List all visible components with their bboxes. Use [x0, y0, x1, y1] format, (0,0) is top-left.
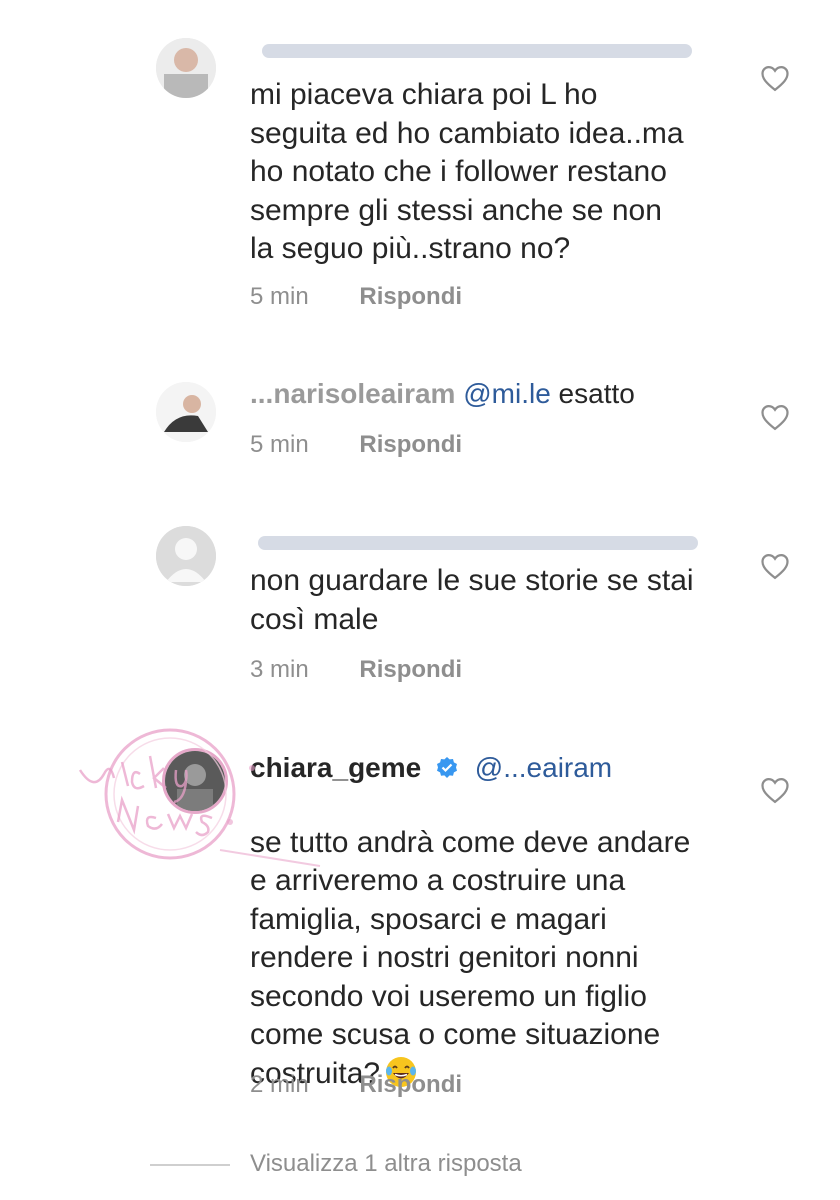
- comment-mention[interactable]: @...eairam: [475, 752, 612, 783]
- like-heart-icon[interactable]: [760, 64, 790, 92]
- comment-time: 5 min: [250, 431, 309, 458]
- reply-button[interactable]: Rispondi: [359, 1071, 462, 1098]
- comment-meta: 3 min Rispondi: [250, 656, 462, 684]
- comment-header: ...narisoleairam @mi.le esatto: [250, 377, 635, 411]
- reply-button[interactable]: Rispondi: [359, 431, 462, 458]
- comment-username[interactable]: chiara_geme: [250, 752, 421, 783]
- like-heart-icon[interactable]: [760, 403, 790, 431]
- comment-text-block: se tutto andrà come deve andare e arrive…: [250, 785, 750, 1093]
- comment-meta: 5 min Rispondi: [250, 283, 462, 311]
- comment-meta: 2 min Rispondi: [250, 1071, 462, 1099]
- comment-time: 3 min: [250, 656, 309, 683]
- avatar-comment-1[interactable]: [156, 38, 216, 98]
- like-heart-icon[interactable]: [760, 776, 790, 804]
- default-avatar-icon: [156, 526, 216, 586]
- view-more-replies-button[interactable]: Visualizza 1 altra risposta: [150, 1150, 522, 1180]
- comment-mention[interactable]: @mi.le: [463, 378, 551, 409]
- verified-badge-icon: [437, 757, 457, 778]
- comment-meta: 5 min Rispondi: [250, 431, 462, 459]
- divider-line: [150, 1163, 230, 1166]
- reply-button[interactable]: Rispondi: [359, 656, 462, 683]
- reply-button[interactable]: Rispondi: [359, 283, 462, 310]
- avatar-comment-4[interactable]: [162, 748, 228, 814]
- comment-header: chiara_geme @...eairam: [250, 751, 612, 785]
- comment-username[interactable]: ...narisoleairam: [250, 378, 455, 409]
- comment-text: se tutto andrà come deve andare e arrive…: [250, 825, 691, 1090]
- comment-text: non guardare le sue storie se stai così …: [250, 564, 694, 636]
- comment-text: esatto: [558, 378, 635, 409]
- like-heart-icon[interactable]: [760, 552, 790, 580]
- comment-text: mi piaceva chiara poi L ho seguita ed ho…: [250, 78, 684, 265]
- avatar-comment-3[interactable]: [156, 526, 216, 586]
- view-more-label: Visualizza 1 altra risposta: [250, 1150, 522, 1177]
- comment-time: 2 min: [250, 1071, 309, 1098]
- avatar-comment-2[interactable]: [156, 382, 216, 442]
- blurred-username-comment-3: [258, 536, 698, 550]
- comment-time: 5 min: [250, 283, 309, 310]
- blurred-username-comment-1: [262, 44, 692, 58]
